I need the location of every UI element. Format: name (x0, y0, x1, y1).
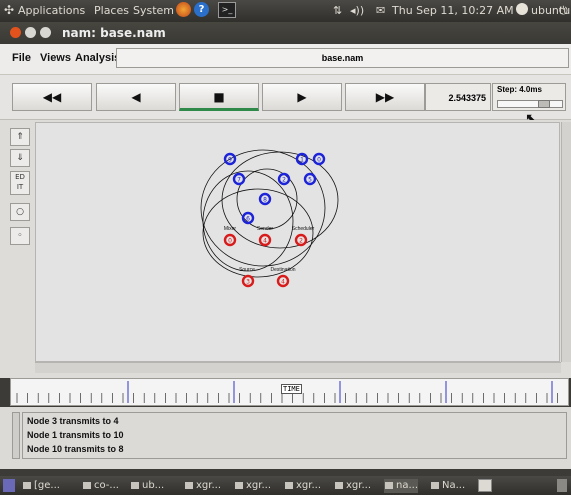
step-back-button[interactable]: ◀ (96, 83, 176, 111)
edit-button[interactable]: ED IT (10, 171, 30, 195)
range-circle (200, 149, 326, 267)
step-slider[interactable] (497, 100, 563, 108)
range-circle (221, 151, 339, 249)
zoom-sidebar: ⇑ ⇓ ED IT ○ ◦ (10, 125, 30, 375)
user-icon (516, 3, 528, 15)
node-label: 3 (246, 279, 250, 286)
node-label: 1 (300, 157, 304, 164)
node-label: 4 (281, 279, 285, 286)
zoom-out-icon[interactable]: ⇓ (10, 149, 30, 167)
volume-icon[interactable]: ◂)) (350, 4, 364, 17)
node-caption: Mixer (224, 226, 237, 232)
window-title: nam: base.nam (62, 26, 166, 40)
annotation-item[interactable]: Node 10 transmits to 8 (27, 444, 124, 454)
power-icon[interactable]: ⏻ (559, 4, 568, 18)
node-caption: Destination (270, 267, 295, 273)
menu-applications[interactable]: Applications (18, 4, 85, 17)
step-control[interactable]: Step: 4.0ms (492, 83, 566, 111)
filename-display: base.nam (116, 48, 569, 68)
help-icon[interactable]: ? (194, 2, 209, 17)
window-thumb-icon[interactable] (478, 479, 492, 492)
task-item[interactable]: xgr... (184, 479, 221, 493)
node-label: 7 (237, 177, 241, 184)
horizontal-scrollbar[interactable] (35, 362, 561, 373)
maximize-icon[interactable] (40, 27, 51, 38)
close-icon[interactable] (10, 27, 21, 38)
node-caption: Scheduler (292, 226, 315, 232)
node-label: 8 (263, 197, 267, 204)
annotation-item[interactable]: Node 3 transmits to 4 (27, 416, 119, 426)
annotation-scrollbar[interactable] (12, 412, 20, 459)
node-caption: Source (239, 267, 255, 273)
playback-toolbar: ◀◀ ◀ ■ ▶ ▶▶ 2.543375 Step: 4.0ms ⬉ (0, 75, 571, 127)
minimize-icon[interactable] (25, 27, 36, 38)
node-label: 6 (246, 216, 250, 223)
menu-system[interactable]: System (133, 4, 174, 17)
network-graph: 9 7 1 0 2 5 8 6 0 4 2 3 4 Mixer Sender S… (200, 149, 339, 288)
terminal-icon[interactable]: >_ (218, 2, 236, 18)
zoom-in-icon[interactable]: ⇑ (10, 128, 30, 146)
time-readout: 2.543375 (425, 83, 491, 111)
node-label: 0 (317, 157, 321, 164)
annotation-item[interactable]: Node 1 transmits to 10 (27, 430, 124, 440)
bottom-taskbar: [ge... co-... ub... xgr... xgr... xgr...… (0, 476, 571, 495)
menu-file[interactable]: File (12, 52, 31, 64)
node-caption: Sender (257, 226, 273, 232)
network-canvas[interactable]: 9 7 1 0 2 5 8 6 0 4 2 3 4 Mixer Sender S… (35, 122, 560, 362)
task-item[interactable]: [ge... (22, 479, 60, 493)
ubuntu-logo-icon[interactable]: ✣ (4, 3, 14, 17)
show-desktop-icon[interactable] (3, 479, 15, 492)
range-circles (200, 149, 339, 278)
small-circle-tool-icon[interactable]: ◦ (10, 227, 30, 245)
task-item[interactable]: xgr... (284, 479, 321, 493)
mail-icon[interactable]: ✉ (376, 4, 385, 17)
step-slider-thumb[interactable] (538, 100, 550, 108)
fast-forward-button[interactable]: ▶▶ (345, 83, 425, 111)
node-label: 5 (308, 177, 312, 184)
timeline-slider[interactable]: TIME (10, 378, 569, 406)
task-item[interactable]: Na... (430, 479, 465, 493)
menu-views[interactable]: Views (40, 52, 71, 64)
time-marker[interactable]: TIME (281, 384, 302, 394)
node-label: 9 (228, 157, 232, 164)
circle-tool-icon[interactable]: ○ (10, 203, 30, 221)
task-item[interactable]: xgr... (234, 479, 271, 493)
node-label: 2 (282, 177, 286, 184)
annotation-panel: Node 3 transmits to 4 Node 1 transmits t… (0, 407, 571, 469)
network-icon[interactable]: ⇅ (333, 4, 342, 17)
menu-analysis[interactable]: Analysis (75, 52, 120, 64)
window-titlebar[interactable]: nam: base.nam (0, 22, 571, 44)
play-button[interactable]: ▶ (262, 83, 342, 111)
trash-icon[interactable] (557, 479, 567, 492)
task-item[interactable]: ub... (130, 479, 164, 493)
node-label: 0 (228, 238, 232, 245)
firefox-icon[interactable] (176, 2, 191, 17)
top-panel: ✣ Applications Places System ? >_ ⇅ ◂)) … (0, 0, 571, 22)
task-item[interactable]: xgr... (334, 479, 371, 493)
node-label: 4 (263, 238, 267, 245)
menu-places[interactable]: Places (94, 4, 129, 17)
menubar: File Views Analysis base.nam (0, 44, 571, 75)
clock[interactable]: Thu Sep 11, 10:27 AM (392, 4, 514, 17)
vertical-scrollbar[interactable] (561, 122, 571, 362)
node-label: 2 (299, 238, 303, 245)
step-label: Step: 4.0ms (497, 85, 542, 94)
task-item[interactable]: co-... (82, 479, 119, 493)
stop-button[interactable]: ■ (179, 83, 259, 111)
rewind-button[interactable]: ◀◀ (12, 83, 92, 111)
task-item-active[interactable]: na... (384, 479, 419, 493)
annotation-list[interactable]: Node 3 transmits to 4 Node 1 transmits t… (22, 412, 567, 459)
